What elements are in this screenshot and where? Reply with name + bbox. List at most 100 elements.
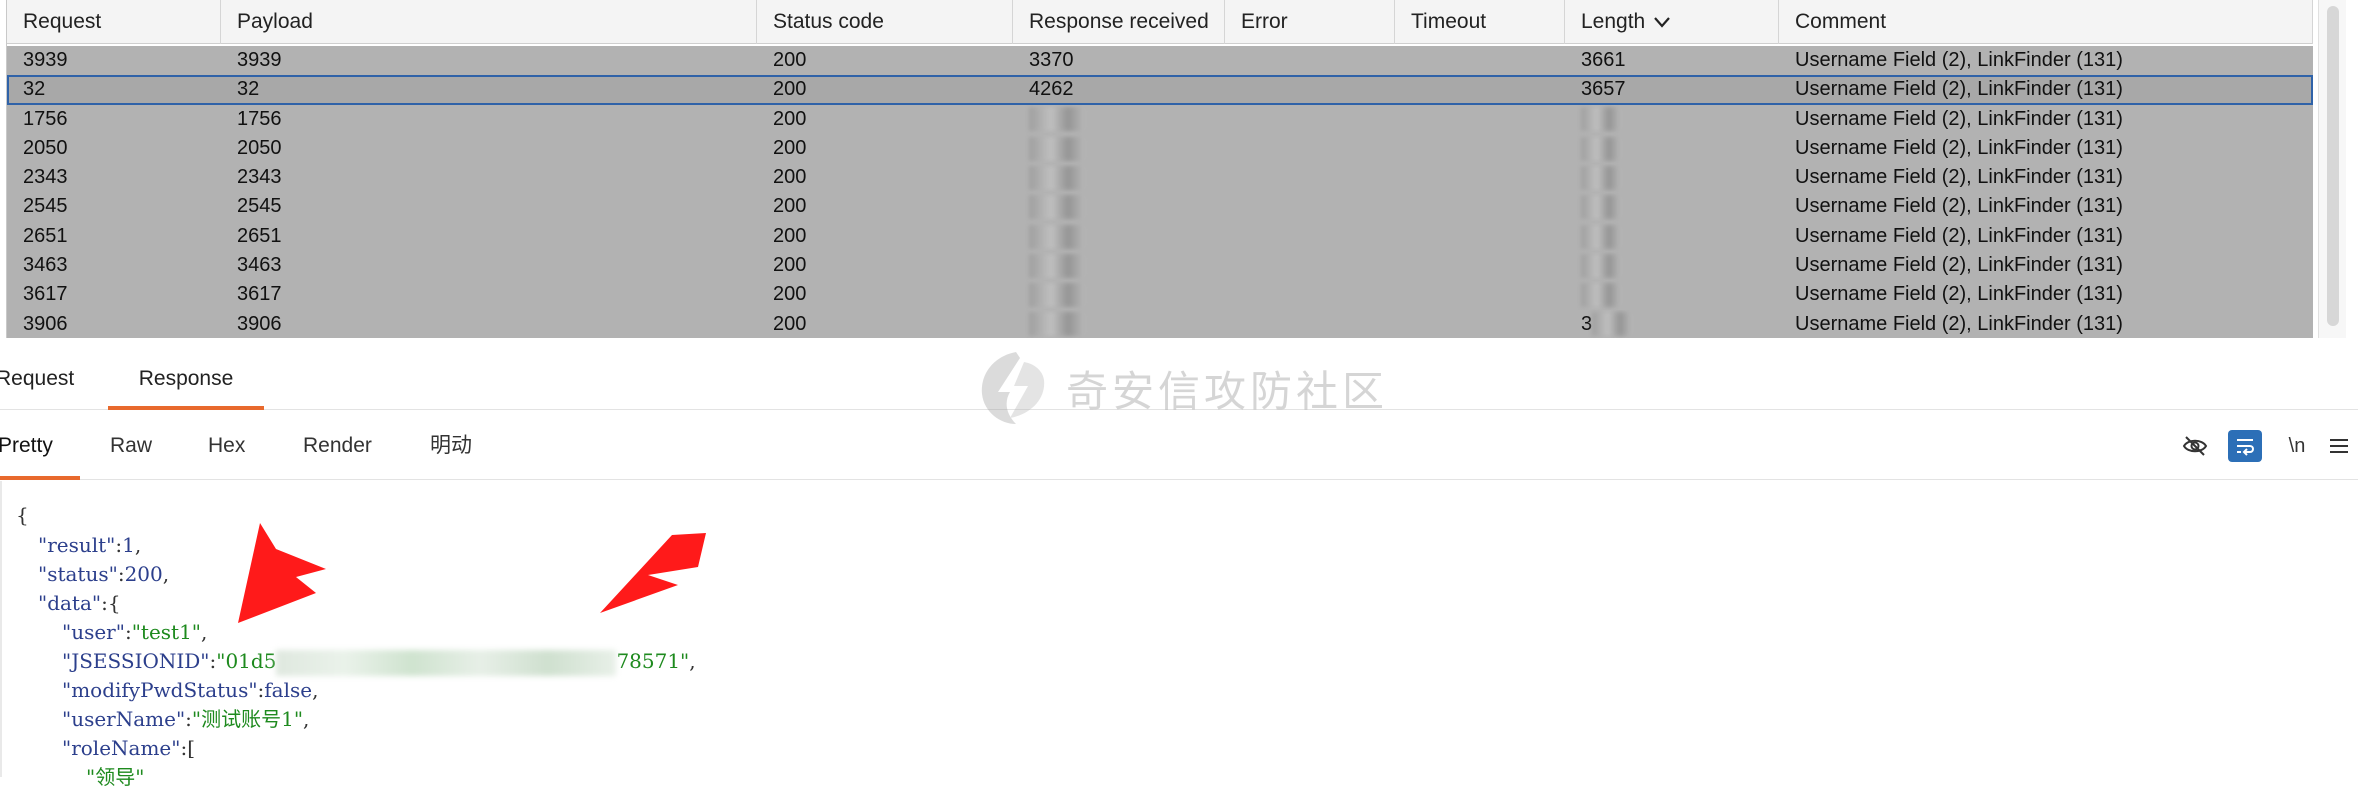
table-cell-received <box>1013 310 1225 338</box>
table-cell-payload: 1756 <box>237 107 282 130</box>
table-cell-payload: 3617 <box>237 283 282 306</box>
code-line: "JSESSIONID":"01d5 78571", <box>62 647 696 676</box>
column-header-status-code[interactable]: Status code <box>757 0 1013 44</box>
code-line: "user":"test1", <box>62 620 208 644</box>
table-cell-length <box>1565 105 1779 134</box>
tab-response[interactable]: Response <box>108 346 264 410</box>
table-cell-length: 3 <box>1565 310 1779 338</box>
code-line: "modifyPwdStatus":false, <box>62 678 319 702</box>
table-cell-received: 3370 <box>1029 49 1074 71</box>
json-key-jsessionid: "JSESSIONID" <box>62 649 210 673</box>
table-row[interactable]: 2050 2050 200 Username Field (2), LinkFinde… <box>7 134 2313 163</box>
table-cell-timeout <box>1395 222 1565 251</box>
column-header-length[interactable]: Length <box>1565 0 1779 44</box>
table-row[interactable]: 32 32 200 4262 3657 Username Field (2), LinkF… <box>7 75 2313 105</box>
table-scrollbar[interactable] <box>2318 0 2346 338</box>
redacted-value <box>1029 312 1085 337</box>
response-body-editor[interactable]: { "result":1, "status":200, "data":{ "us… <box>0 481 2358 789</box>
json-value-jsessionid-suffix: 78571" <box>616 649 690 673</box>
table-row[interactable]: 3939 3939 200 3370 3661 Username Field (2), L… <box>7 46 2313 75</box>
table-cell-status: 200 <box>773 254 807 277</box>
table-cell-status: 200 <box>773 312 807 335</box>
newline-label: \n <box>2288 434 2306 457</box>
tab-raw[interactable]: Raw <box>110 410 152 480</box>
table-row[interactable]: 3906 3906 200 3 Username Field (2), LinkFind… <box>7 310 2313 338</box>
table-cell-length: 3661 <box>1581 49 1626 71</box>
table-header: Request Payload Status code Response receiv… <box>7 0 2313 44</box>
table-cell-status: 200 <box>773 224 807 247</box>
table-body: 3939 3939 200 3370 3661 Username Field (2), L… <box>7 46 2313 338</box>
table-cell-request: 1756 <box>23 107 68 130</box>
table-cell-payload: 2050 <box>237 136 282 159</box>
column-header-label: Response received <box>1029 10 1209 33</box>
redacted-value <box>1029 107 1085 132</box>
table-cell-status: 200 <box>773 136 807 159</box>
column-header-comment[interactable]: Comment <box>1779 0 2313 44</box>
column-header-timeout[interactable]: Timeout <box>1395 0 1565 44</box>
scrollbar-thumb[interactable] <box>2327 6 2339 326</box>
redacted-session-id <box>276 649 617 676</box>
options-menu-button[interactable] <box>2326 430 2352 462</box>
table-cell-request: 3906 <box>23 312 68 335</box>
redacted-value <box>1581 107 1621 132</box>
column-header-label: Error <box>1241 10 1288 33</box>
view-tabs: Pretty Raw Hex Render 明动 \n <box>0 410 2358 480</box>
table-cell-length <box>1565 163 1779 192</box>
code-line: { <box>16 501 29 529</box>
table-row[interactable]: 3617 3617 200 Username Field (2), LinkFinde… <box>7 280 2313 309</box>
table-cell-timeout <box>1395 280 1565 309</box>
table-cell-timeout <box>1395 163 1565 192</box>
results-table-panel: Request Payload Status code Response receiv… <box>0 0 2358 346</box>
table-cell-length: 3657 <box>1581 78 1626 101</box>
tab-render[interactable]: Render <box>303 410 372 480</box>
table-cell-error <box>1225 192 1395 221</box>
table-cell-comment: Username Field (2), LinkFinder (131) <box>1795 312 2123 335</box>
tab-hex[interactable]: Hex <box>208 410 245 480</box>
column-header-payload[interactable]: Payload <box>221 0 757 44</box>
column-header-response-received[interactable]: Response received <box>1013 0 1225 44</box>
table-row[interactable]: 2343 2343 200 Username Field (2), LinkFinde… <box>7 163 2313 192</box>
json-key-modifypwdstatus: "modifyPwdStatus" <box>62 678 258 702</box>
table-cell-payload: 3906 <box>237 312 282 335</box>
column-header-request[interactable]: Request <box>7 0 221 44</box>
word-wrap-icon <box>2237 439 2254 456</box>
table-cell-error <box>1225 134 1395 163</box>
tab-pretty-label: Pretty <box>0 434 53 457</box>
json-value-modifypwdstatus: false <box>264 678 313 702</box>
table-cell-received <box>1013 251 1225 280</box>
word-wrap-button[interactable] <box>2228 430 2262 462</box>
tab-request[interactable]: Request <box>0 346 96 410</box>
table-cell-comment: Username Field (2), LinkFinder (131) <box>1795 166 2123 189</box>
table-cell-timeout <box>1395 251 1565 280</box>
message-tabs: Request Response <box>0 346 2358 410</box>
table-cell-timeout <box>1395 105 1565 134</box>
table-cell-comment: Username Field (2), LinkFinder (131) <box>1795 136 2123 159</box>
redacted-value <box>1581 283 1621 308</box>
hamburger-menu-icon <box>2330 439 2348 453</box>
table-cell-request: 2545 <box>23 195 68 218</box>
table-cell-comment: Username Field (2), LinkFinder (131) <box>1795 254 2123 277</box>
show-newlines-button[interactable]: \n <box>2280 430 2314 462</box>
table-row[interactable]: 1756 1756 200 Username Field (2), LinkFinde… <box>7 105 2313 134</box>
redacted-value <box>1029 195 1085 220</box>
redacted-value <box>1581 253 1621 278</box>
table-row[interactable]: 3463 3463 200 Username Field (2), LinkFinde… <box>7 251 2313 280</box>
table-cell-error <box>1225 75 1395 104</box>
table-cell-error <box>1225 163 1395 192</box>
hide-nonprinting-button[interactable] <box>2178 430 2212 462</box>
table-cell-comment: Username Field (2), LinkFinder (131) <box>1795 78 2123 101</box>
redacted-value <box>1029 224 1085 249</box>
json-key-username: "userName" <box>62 707 186 731</box>
table-row[interactable]: 2545 2545 200 Username Field (2), LinkFinde… <box>7 192 2313 221</box>
tab-extension[interactable]: 明动 <box>430 410 472 480</box>
table-cell-request: 3463 <box>23 254 68 277</box>
json-value-user: "test1" <box>131 620 201 644</box>
redacted-value <box>1592 312 1633 337</box>
redacted-value <box>1581 224 1621 249</box>
table-row[interactable]: 2651 2651 200 Username Field (2), LinkFinde… <box>7 222 2313 251</box>
table-cell-error <box>1225 46 1395 75</box>
table-cell-length <box>1565 251 1779 280</box>
column-header-error[interactable]: Error <box>1225 0 1395 44</box>
eye-slash-icon <box>2182 436 2208 456</box>
tab-pretty[interactable]: Pretty <box>0 410 80 480</box>
